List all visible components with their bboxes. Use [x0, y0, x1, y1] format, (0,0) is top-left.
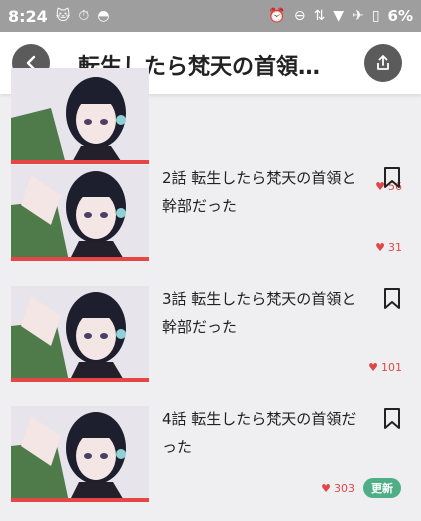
- data-icon: ⇅: [313, 8, 326, 24]
- episode-title: 2話 転生したら梵天の首領と幹部だった: [162, 169, 357, 215]
- heart-icon: ♥: [321, 482, 331, 495]
- status-left: 8:24 🐱 ⏱ ◓: [8, 7, 110, 26]
- episode-title: 3話 転生したら梵天の首領と幹部だった: [162, 290, 357, 336]
- likes-count: ♥ 303: [321, 482, 355, 495]
- updated-badge: 更新: [363, 478, 401, 498]
- bookmark-icon[interactable]: [382, 166, 402, 190]
- wifi-icon: ▼: [333, 8, 345, 24]
- progress-bar: [11, 257, 149, 261]
- status-bar: 8:24 🐱 ⏱ ◓ ⏰ ⊖ ⇅ ▼ ✈ ▯ 6%: [0, 0, 421, 32]
- bookmark-icon[interactable]: [382, 407, 402, 431]
- pokeball-icon: ◓: [97, 8, 110, 24]
- timer-icon: ⏱: [78, 8, 90, 24]
- heart-icon: ♥: [375, 241, 385, 254]
- cat-icon: 🐱: [55, 8, 71, 24]
- episode-title: 4話 転生したら梵天の首領だった: [162, 410, 357, 456]
- likes-value: 101: [381, 361, 402, 374]
- likes-value: 303: [334, 482, 355, 495]
- episode-thumbnail: [11, 286, 149, 382]
- airplane-icon: ✈: [352, 8, 364, 24]
- episode-item-2[interactable]: 2話 転生したら梵天の首領と幹部だった ♥ 31: [0, 160, 421, 280]
- alarm-icon: ⏰: [268, 8, 286, 24]
- status-time: 8:24: [8, 6, 48, 26]
- likes-value: 31: [388, 241, 402, 254]
- episode-thumbnail: [11, 406, 149, 502]
- episode-thumbnail: [11, 68, 149, 164]
- progress-bar: [11, 498, 149, 502]
- battery-percent: 6%: [387, 7, 413, 25]
- progress-bar: [11, 378, 149, 382]
- episode-item-4[interactable]: 4話 転生したら梵天の首領だった ♥ 303: [0, 401, 421, 521]
- heart-icon: ♥: [368, 361, 378, 374]
- bookmark-icon[interactable]: [382, 287, 402, 311]
- dnd-icon: ⊖: [293, 8, 306, 24]
- episode-item-3[interactable]: 3話 転生したら梵天の首領と幹部だった ♥ 101: [0, 281, 421, 401]
- likes-count: ♥ 31: [375, 241, 402, 254]
- likes-count: ♥ 101: [368, 361, 402, 374]
- battery-icon: ▯: [371, 8, 380, 24]
- episode-thumbnail: [11, 165, 149, 261]
- status-right: ⏰ ⊖ ⇅ ▼ ✈ ▯ 6%: [268, 7, 413, 25]
